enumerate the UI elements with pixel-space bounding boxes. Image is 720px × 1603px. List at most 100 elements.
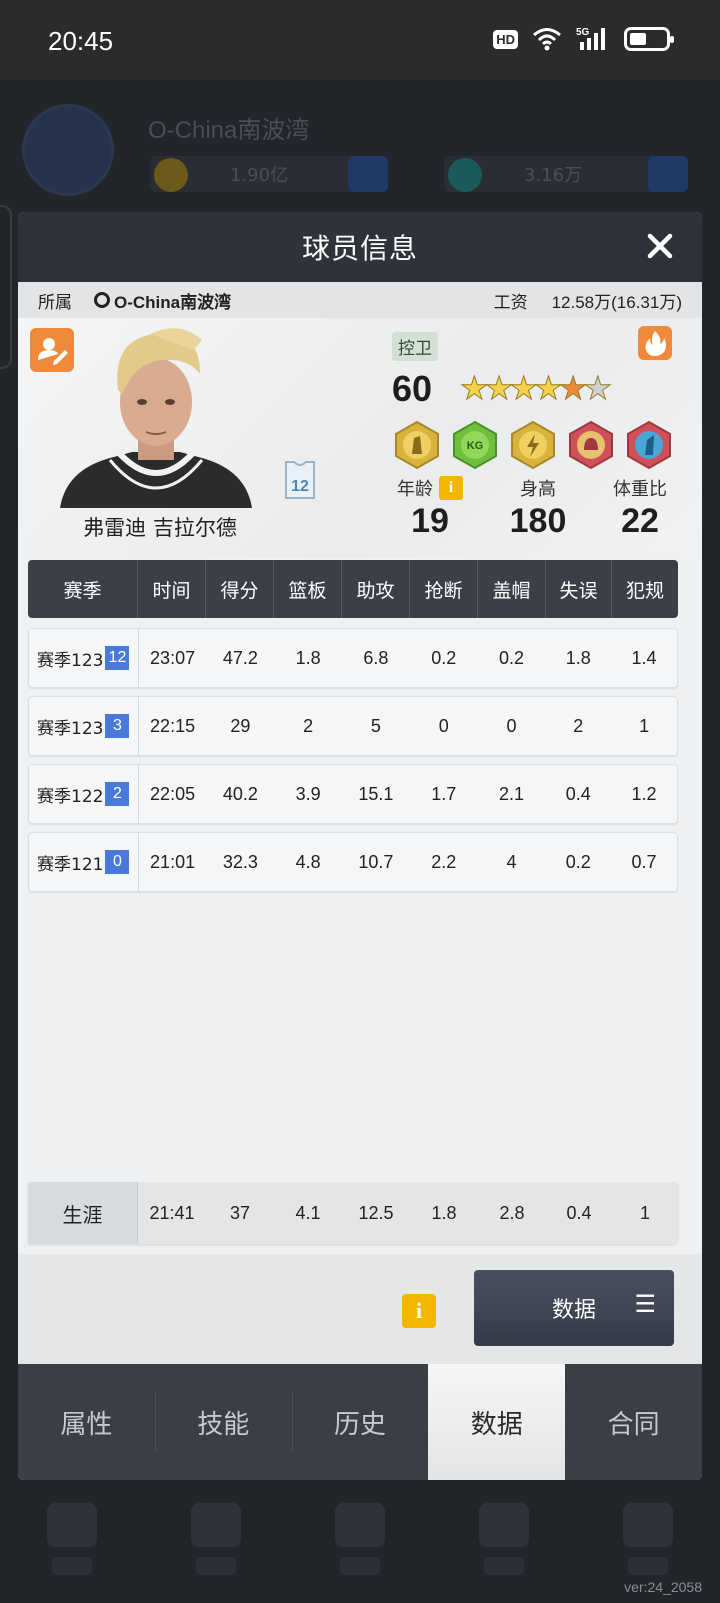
cell-turnovers: 0.2 <box>565 851 591 872</box>
header-turnovers[interactable]: 失误 <box>546 560 612 618</box>
gem-counter: 3.16万 <box>444 156 688 192</box>
cell-assists: 10.7 <box>358 851 394 872</box>
cell-assists: 5 <box>370 715 381 736</box>
header-steals[interactable]: 抢断 <box>410 560 478 618</box>
info-icon[interactable]: i <box>402 1294 436 1328</box>
lightning-badge-icon[interactable] <box>508 420 558 470</box>
cell-assists: 15.1 <box>358 783 394 804</box>
red-shield-badge-icon[interactable] <box>566 420 616 470</box>
age-label: 年龄 <box>397 479 433 500</box>
version-label: ver:24_2058 <box>624 1579 702 1595</box>
header-time[interactable]: 时间 <box>138 560 206 618</box>
cell-rebounds: 2 <box>303 715 314 736</box>
calendar-icon <box>47 1503 97 1547</box>
data-menu-button[interactable]: 数据 ☰ <box>474 1270 674 1346</box>
header-rebounds[interactable]: 篮板 <box>274 560 342 618</box>
weight-label: 体重比 <box>613 479 667 500</box>
jersey-number: 12 <box>291 478 309 495</box>
tab-data[interactable]: 数据 <box>428 1364 566 1480</box>
career-label: 生涯 <box>28 1182 138 1244</box>
player-portrait <box>60 328 252 508</box>
status-bar: 20:45 HD 5G <box>0 0 720 80</box>
hd-icon: HD <box>493 29 518 49</box>
fire-icon <box>645 331 666 356</box>
age-info-icon[interactable]: i <box>439 476 463 500</box>
cell-points: 47.2 <box>222 647 258 668</box>
finance-icon <box>335 1503 385 1547</box>
tab-skills[interactable]: 技能 <box>154 1364 292 1480</box>
age-value: 19 <box>411 502 449 540</box>
stats-table-header: 赛季 时间 得分 篮板 助攻 抢断 盖帽 失误 犯规 <box>28 560 678 618</box>
cell-rebounds: 4.8 <box>295 851 321 872</box>
cell-turnovers: 2 <box>573 715 584 736</box>
wifi-icon <box>533 28 561 51</box>
header-season[interactable]: 赛季 <box>28 560 138 618</box>
gold-hero-badge-icon[interactable] <box>392 420 442 470</box>
cell-points: 40.2 <box>222 783 258 804</box>
menu-icon: ☰ <box>634 1290 656 1318</box>
add-coin-button <box>348 156 388 192</box>
social-icon <box>479 1503 529 1547</box>
tab-history[interactable]: 历史 <box>291 1364 429 1480</box>
club-icon <box>94 292 110 308</box>
cell-fouls: 1 <box>639 715 650 736</box>
coin-icon <box>154 158 188 192</box>
cell-points: 29 <box>230 715 251 736</box>
blue-defender-badge-icon[interactable] <box>624 420 674 470</box>
signal-icon: 5G <box>576 27 605 50</box>
cell-steals: 0 <box>438 715 449 736</box>
season-label: 赛季121 <box>37 854 104 875</box>
player-panel: 12 弗雷迪 吉拉尔德 控卫 60 ★ ★ ★ ★ ★ ★ KG 年龄 i 19… <box>18 318 702 558</box>
cell-steals: 1.7 <box>431 783 457 804</box>
cell-assists: 6.8 <box>363 647 389 668</box>
cell-blocks: 0 <box>506 715 517 736</box>
season-label: 赛季123 <box>37 650 104 671</box>
jersey-number-icon: 12 <box>285 461 315 499</box>
player-name: 弗雷迪 吉拉尔德 <box>83 516 237 540</box>
network-type-label: 5G <box>576 27 590 38</box>
table-row[interactable]: 赛季121 0 21:01 32.3 4.8 10.7 2.2 4 0.2 0.7 <box>28 832 678 892</box>
season-index-badge: 2 <box>105 782 130 806</box>
cell-rebounds: 3.9 <box>295 783 321 804</box>
tab-contract[interactable]: 合同 <box>565 1364 702 1480</box>
tab-attributes[interactable]: 属性 <box>18 1364 155 1480</box>
season-index-badge: 3 <box>105 714 130 738</box>
career-rebounds: 4.1 <box>295 1202 321 1223</box>
header-blocks[interactable]: 盖帽 <box>478 560 546 618</box>
star-rating: ★ ★ ★ ★ ★ ★ <box>460 372 613 405</box>
cell-points: 32.3 <box>222 851 258 872</box>
career-row: 生涯 21:41 37 4.1 12.5 1.8 2.8 0.4 1 <box>28 1182 678 1244</box>
height-label: 身高 <box>520 479 556 500</box>
battery-icon <box>624 27 674 51</box>
club-name: O-China南波湾 <box>148 117 310 144</box>
coin-value: 1.90亿 <box>230 165 289 186</box>
table-row[interactable]: 赛季122 2 22:05 40.2 3.9 15.1 1.7 2.1 0.4 1… <box>28 764 678 824</box>
more-icon <box>623 1503 673 1547</box>
kg-badge-icon[interactable]: KG <box>450 420 500 470</box>
trophy-icon <box>191 1503 241 1547</box>
header-points[interactable]: 得分 <box>206 560 274 618</box>
side-drawer-handle[interactable] <box>0 205 12 369</box>
cell-turnovers: 1.8 <box>565 647 591 668</box>
career-fouls: 1 <box>639 1202 650 1223</box>
height-stat: 身高 180 <box>488 476 588 541</box>
hot-streak-button[interactable] <box>638 326 672 360</box>
close-icon[interactable] <box>640 226 680 266</box>
club-logo <box>22 104 114 196</box>
age-stat: 年龄 i 19 <box>380 476 480 541</box>
cell-blocks: 4 <box>506 851 517 872</box>
cell-turnovers: 0.4 <box>565 783 591 804</box>
table-row[interactable]: 赛季123 3 22:15 29 2 5 0 0 2 1 <box>28 696 678 756</box>
tab-bar: 属性 技能 历史 数据 合同 <box>18 1364 702 1480</box>
career-steals: 1.8 <box>431 1202 457 1223</box>
header-assists[interactable]: 助攻 <box>342 560 410 618</box>
club-name-label: O-China南波湾 <box>114 292 232 312</box>
career-assists: 12.5 <box>358 1202 394 1223</box>
career-points: 37 <box>229 1202 251 1223</box>
height-value: 180 <box>509 502 567 540</box>
cell-time: 22:05 <box>150 783 196 804</box>
table-row[interactable]: 赛季123 12 23:07 47.2 1.8 6.8 0.2 0.2 1.8 1… <box>28 628 678 688</box>
season-label: 赛季122 <box>37 786 104 807</box>
cell-steals: 0.2 <box>431 647 457 668</box>
header-fouls[interactable]: 犯规 <box>612 560 678 618</box>
